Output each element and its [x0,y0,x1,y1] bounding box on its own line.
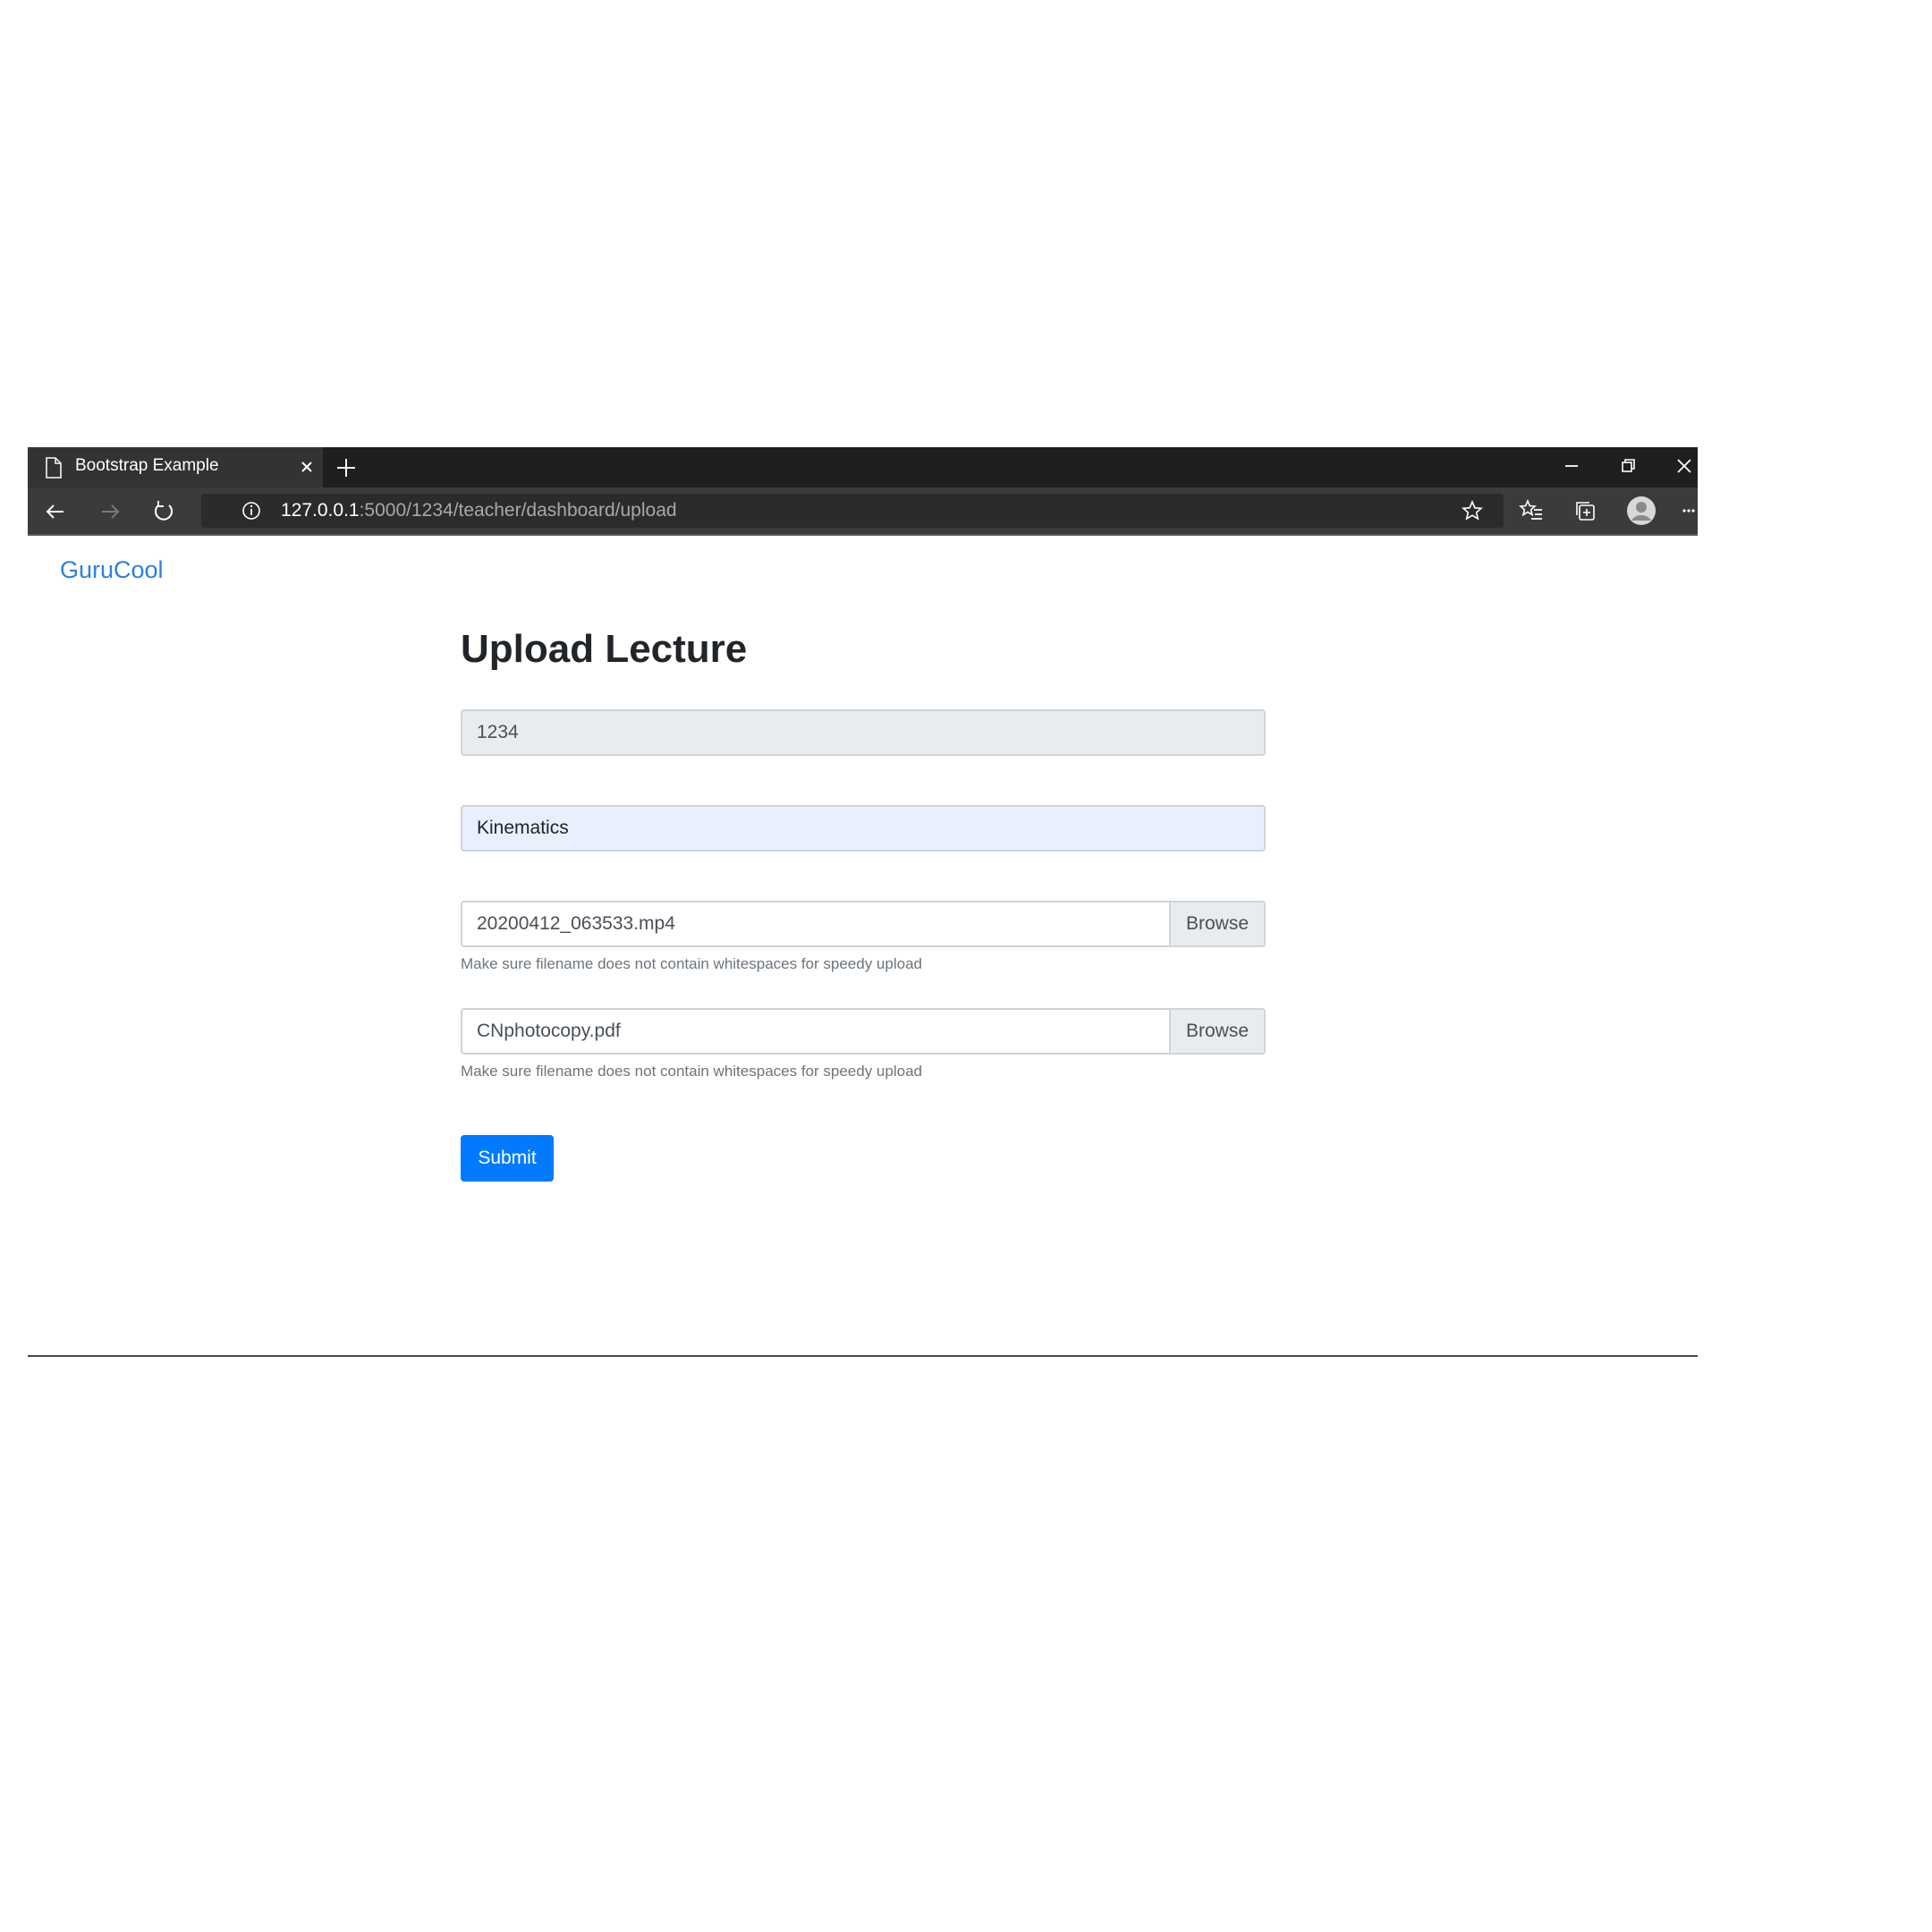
page-icon [44,457,64,479]
star-icon[interactable] [1461,499,1484,522]
notes-file-input[interactable]: CNphotocopy.pdf Browse [461,1008,1266,1055]
navbar-brand-link[interactable]: GuruCool [60,556,164,584]
tab-bar: Bootstrap Example [28,447,1698,487]
info-icon[interactable] [241,500,262,521]
profile-avatar-icon[interactable] [1626,496,1657,526]
close-window-button[interactable] [1657,447,1713,483]
new-tab-icon[interactable] [334,455,359,480]
favorites-icon[interactable] [1518,497,1545,524]
browser-toolbar: 127.0.0.1:5000/1234/teacher/dashboard/up… [28,487,1698,534]
video-file-name: 20200412_063533.mp4 [477,913,675,934]
minimize-icon [1565,465,1578,467]
forward-arrow-icon[interactable] [95,496,125,527]
tab-title: Bootstrap Example [75,456,219,475]
refresh-icon[interactable] [148,496,179,527]
page-title: Upload Lecture [461,627,748,671]
lecture-name-field[interactable]: Kinematics [461,805,1266,852]
close-window-icon [1677,459,1691,473]
video-browse-button[interactable]: Browse [1169,902,1264,945]
close-icon[interactable] [296,456,318,478]
restore-icon [1622,459,1635,472]
video-file-help-text: Make sure filename does not contain whit… [461,955,922,972]
video-file-input[interactable]: 20200412_063533.mp4 Browse [461,901,1266,947]
address-bar[interactable]: 127.0.0.1:5000/1234/teacher/dashboard/up… [201,494,1504,528]
submit-button[interactable]: Submit [461,1135,554,1182]
browser-window: Bootstrap Example 127.0.0.1:5000/1234/te… [28,447,1698,1358]
url-text[interactable]: 127.0.0.1:5000/1234/teacher/dashboard/up… [281,500,677,521]
more-options-icon[interactable] [1682,497,1695,524]
tab-bootstrap-example[interactable]: Bootstrap Example [28,447,323,487]
url-path: :5000/1234/teacher/dashboard/upload [359,500,677,521]
back-arrow-icon[interactable] [40,496,71,527]
notes-file-help-text: Make sure filename does not contain whit… [461,1063,922,1080]
toolbar-divider [28,534,1698,536]
url-host: 127.0.0.1 [281,500,360,521]
upload-form-container: Upload Lecture 1234 Kinematics 20200412_… [461,623,1266,1182]
course-id-field[interactable]: 1234 [461,709,1266,756]
window-bottom-border [28,1355,1698,1357]
minimize-button[interactable] [1545,447,1600,483]
notes-file-name: CNphotocopy.pdf [477,1021,621,1041]
collections-icon[interactable] [1572,497,1599,524]
notes-browse-button[interactable]: Browse [1169,1010,1264,1053]
restore-button[interactable] [1601,447,1657,483]
